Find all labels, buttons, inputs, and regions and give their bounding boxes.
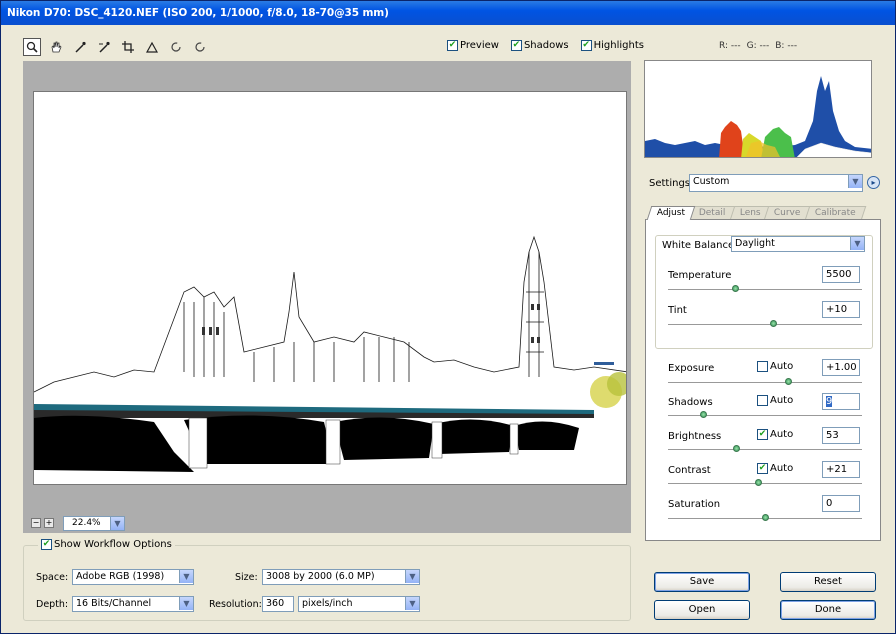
show-workflow-checkbox[interactable]: ✔ Show Workflow Options [38, 539, 175, 550]
tab-detail[interactable]: Detail [688, 206, 736, 220]
contrast-slider-thumb[interactable] [755, 479, 762, 486]
shadows-input[interactable]: 9 [822, 393, 860, 410]
workflow-options-group: ✔ Show Workflow Options Space: Adobe RGB… [23, 539, 631, 621]
shadows-slider-thumb[interactable] [700, 411, 707, 418]
chevron-down-icon: ▼ [405, 570, 419, 583]
preview-image [33, 91, 627, 485]
window-title: Nikon D70: DSC_4120.NEF (ISO 200, 1/1000… [1, 1, 895, 25]
shadows-checkbox[interactable]: ✔ Shadows [510, 40, 569, 51]
check-icon: ✔ [447, 40, 458, 51]
contrast-slider-track [668, 483, 862, 484]
temperature-slider-thumb[interactable] [732, 285, 739, 292]
shadows-slider-track [668, 415, 862, 416]
white-balance-select[interactable]: Daylight ▼ [731, 236, 865, 252]
temperature-label: Temperature [668, 270, 732, 281]
histogram [644, 60, 872, 158]
chevron-down-icon: ▼ [179, 570, 193, 583]
shadows-label: Shadows [668, 397, 713, 408]
white-balance-group [655, 235, 873, 349]
exposure-slider-thumb[interactable] [785, 378, 792, 385]
zoom-in-button[interactable]: + [44, 518, 54, 528]
preview-checkbox[interactable]: ✔ Preview [447, 40, 499, 51]
hand-tool-icon[interactable] [47, 38, 65, 56]
check-icon: ✔ [41, 539, 52, 550]
white-balance-label: White Balance: [662, 240, 738, 251]
checkbox-empty-icon [757, 361, 768, 372]
highlights-checkbox[interactable]: ✔ Highlights [580, 40, 644, 51]
save-button[interactable]: Save [654, 572, 750, 592]
brightness-auto-checkbox[interactable]: ✔ Auto [757, 429, 793, 440]
zoom-tool-icon[interactable] [23, 38, 41, 56]
shadows-auto-checkbox[interactable]: Auto [757, 395, 793, 406]
chevron-down-icon: ▼ [850, 237, 864, 250]
tint-slider-track [668, 324, 862, 325]
tint-label: Tint [668, 305, 687, 316]
depth-select[interactable]: 16 Bits/Channel ▼ [72, 596, 194, 612]
color-sampler-tool-icon[interactable] [95, 38, 113, 56]
brightness-slider-track [668, 449, 862, 450]
brightness-label: Brightness [668, 431, 722, 442]
saturation-input[interactable]: 0 [822, 495, 860, 512]
zoom-level-select[interactable]: 22.4% ▼ [63, 515, 125, 531]
rotate-left-icon[interactable] [167, 38, 185, 56]
check-icon: ✔ [757, 463, 768, 474]
saturation-slider-thumb[interactable] [762, 514, 769, 521]
tab-adjust[interactable]: Adjust [646, 206, 696, 220]
check-icon: ✔ [757, 429, 768, 440]
preview-canvas[interactable] [23, 61, 631, 513]
space-select[interactable]: Adobe RGB (1998) ▼ [72, 569, 194, 585]
white-balance-tool-icon[interactable] [71, 38, 89, 56]
open-button[interactable]: Open [654, 600, 750, 620]
zoom-out-button[interactable]: − [31, 518, 41, 528]
size-select[interactable]: 3008 by 2000 (6.0 MP) ▼ [262, 569, 420, 585]
check-icon: ✔ [510, 40, 522, 51]
temperature-input[interactable]: 5500 [822, 266, 860, 283]
chevron-down-icon: ▼ [848, 175, 862, 188]
check-icon: ✔ [580, 40, 592, 51]
crop-tool-icon[interactable] [119, 38, 137, 56]
exposure-label: Exposure [668, 363, 715, 374]
contrast-label: Contrast [668, 465, 711, 476]
resolution-unit-select[interactable]: pixels/inch ▼ [298, 596, 420, 612]
rgb-readout: R: --- G: --- B: --- [719, 41, 798, 51]
contrast-auto-checkbox[interactable]: ✔ Auto [757, 463, 793, 474]
chevron-down-icon: ▼ [179, 597, 193, 610]
contrast-input[interactable]: +21 [822, 461, 860, 478]
settings-select[interactable]: Custom ▼ [689, 174, 863, 192]
temperature-slider-track [668, 289, 862, 290]
checkbox-empty-icon [757, 395, 768, 406]
depth-label: Depth: [36, 599, 69, 610]
done-button[interactable]: Done [780, 600, 876, 620]
tint-input[interactable]: +10 [822, 301, 860, 318]
raw-dialog-window: Nikon D70: DSC_4120.NEF (ISO 200, 1/1000… [0, 0, 896, 634]
resolution-input[interactable]: 360 [262, 596, 294, 612]
settings-label: Settings: [649, 178, 694, 189]
exposure-slider-track [668, 382, 862, 383]
saturation-label: Saturation [668, 499, 721, 510]
reset-button[interactable]: Reset [780, 572, 876, 592]
rotate-right-icon[interactable] [191, 38, 209, 56]
adjust-tabs: Adjust Detail Lens Curve Calibrate [646, 206, 867, 220]
resolution-label: Resolution: [209, 599, 262, 610]
exposure-input[interactable]: +1.00 [822, 359, 860, 376]
tool-palette [23, 37, 209, 57]
space-label: Space: [36, 572, 69, 583]
straighten-tool-icon[interactable] [143, 38, 161, 56]
size-label: Size: [235, 572, 258, 583]
view-options: ✔ Preview ✔ Shadows ✔ Highlights [447, 40, 644, 51]
chevron-down-icon: ▼ [405, 597, 419, 610]
tint-slider-thumb[interactable] [770, 320, 777, 327]
chevron-down-icon: ▼ [110, 516, 124, 530]
settings-menu-icon[interactable]: ▸ [867, 176, 880, 189]
zoom-bar: − + 22.4% ▼ [23, 513, 631, 533]
tab-calibrate[interactable]: Calibrate [804, 206, 867, 220]
exposure-auto-checkbox[interactable]: Auto [757, 361, 793, 372]
brightness-slider-thumb[interactable] [733, 445, 740, 452]
brightness-input[interactable]: 53 [822, 427, 860, 444]
